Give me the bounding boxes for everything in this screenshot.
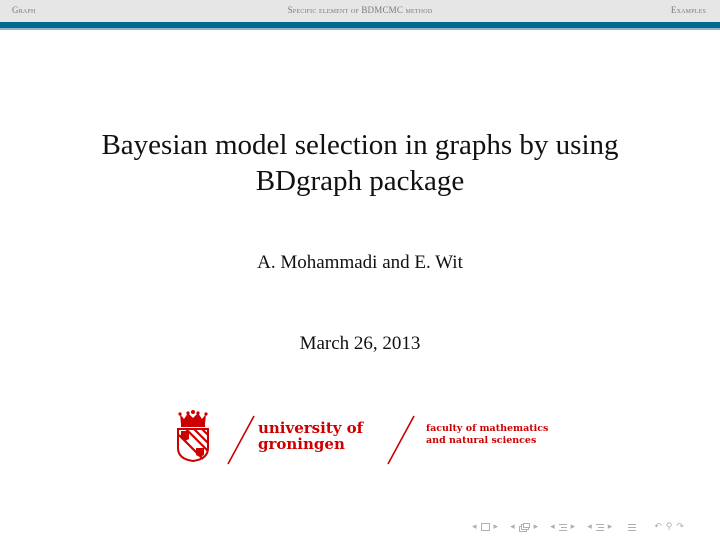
frame-nav-group: ◂ ▸ xyxy=(470,522,500,532)
subsection-icon[interactable] xyxy=(518,522,530,532)
nav-section-bdmcmc[interactable]: Specific element of BDMCMC method xyxy=(0,5,720,15)
forward-icon[interactable]: ↷ xyxy=(676,522,684,532)
search-icon[interactable]: ⚲ xyxy=(666,522,673,532)
presentation-date: March 26, 2013 xyxy=(299,333,421,354)
subsubsection-prev-icon[interactable]: ◂ xyxy=(587,522,592,532)
university-crest-icon xyxy=(177,410,209,462)
frame-next-icon[interactable]: ▸ xyxy=(494,522,499,532)
document-nav-group xyxy=(626,523,638,532)
section-next-icon[interactable]: ▸ xyxy=(571,522,576,532)
title-line-2: BDgraph package xyxy=(255,165,465,197)
title-line-1: Bayesian model selection in graphs by us… xyxy=(101,129,619,161)
section-nav-group: ◂ ▸ xyxy=(548,522,577,532)
section-icon[interactable] xyxy=(558,523,567,532)
university-name-line-2: groningen xyxy=(258,435,345,453)
subsection-next-icon[interactable]: ▸ xyxy=(534,522,539,532)
subsection-prev-icon[interactable]: ◂ xyxy=(510,522,515,532)
headline-bar: Graph Specific element of BDMCMC method … xyxy=(0,0,720,22)
frame-icon[interactable] xyxy=(480,523,490,531)
university-name: university of groningen xyxy=(258,420,363,452)
section-prev-icon[interactable]: ◂ xyxy=(550,522,555,532)
frame-prev-icon[interactable]: ◂ xyxy=(472,522,477,532)
university-name-line-1: university of xyxy=(258,419,364,437)
document-icon[interactable] xyxy=(628,523,637,532)
search-nav-group: ↶ ⚲ ↷ xyxy=(652,522,686,532)
faculty-name-line-1: faculty of mathematics xyxy=(426,423,549,434)
subsubsection-icon[interactable] xyxy=(595,523,604,532)
subsection-nav-group: ◂ ▸ xyxy=(508,522,540,532)
logo-divider-slash-1 xyxy=(227,415,255,465)
university-logo: university of groningen faculty of mathe… xyxy=(176,410,556,466)
subsubsection-next-icon[interactable]: ▸ xyxy=(608,522,613,532)
slide-title: Bayesian model selection in graphs by us… xyxy=(0,127,720,199)
faculty-name-line-2: and natural sciences xyxy=(426,435,537,446)
subsubsection-nav-group: ◂ ▸ xyxy=(585,522,614,532)
beamer-navigation-bar: ◂ ▸ ◂ ▸ ◂ ▸ ◂ ▸ ↶ ⚲ ↷ xyxy=(470,520,694,534)
header-divider-line xyxy=(0,28,720,30)
logo-divider-slash-2 xyxy=(387,415,415,465)
authors: A. Mohammadi and E. Wit xyxy=(257,252,463,273)
faculty-name: faculty of mathematics and natural scien… xyxy=(426,423,548,447)
nav-section-examples[interactable]: Examples xyxy=(671,5,706,15)
back-icon[interactable]: ↶ xyxy=(654,522,662,532)
